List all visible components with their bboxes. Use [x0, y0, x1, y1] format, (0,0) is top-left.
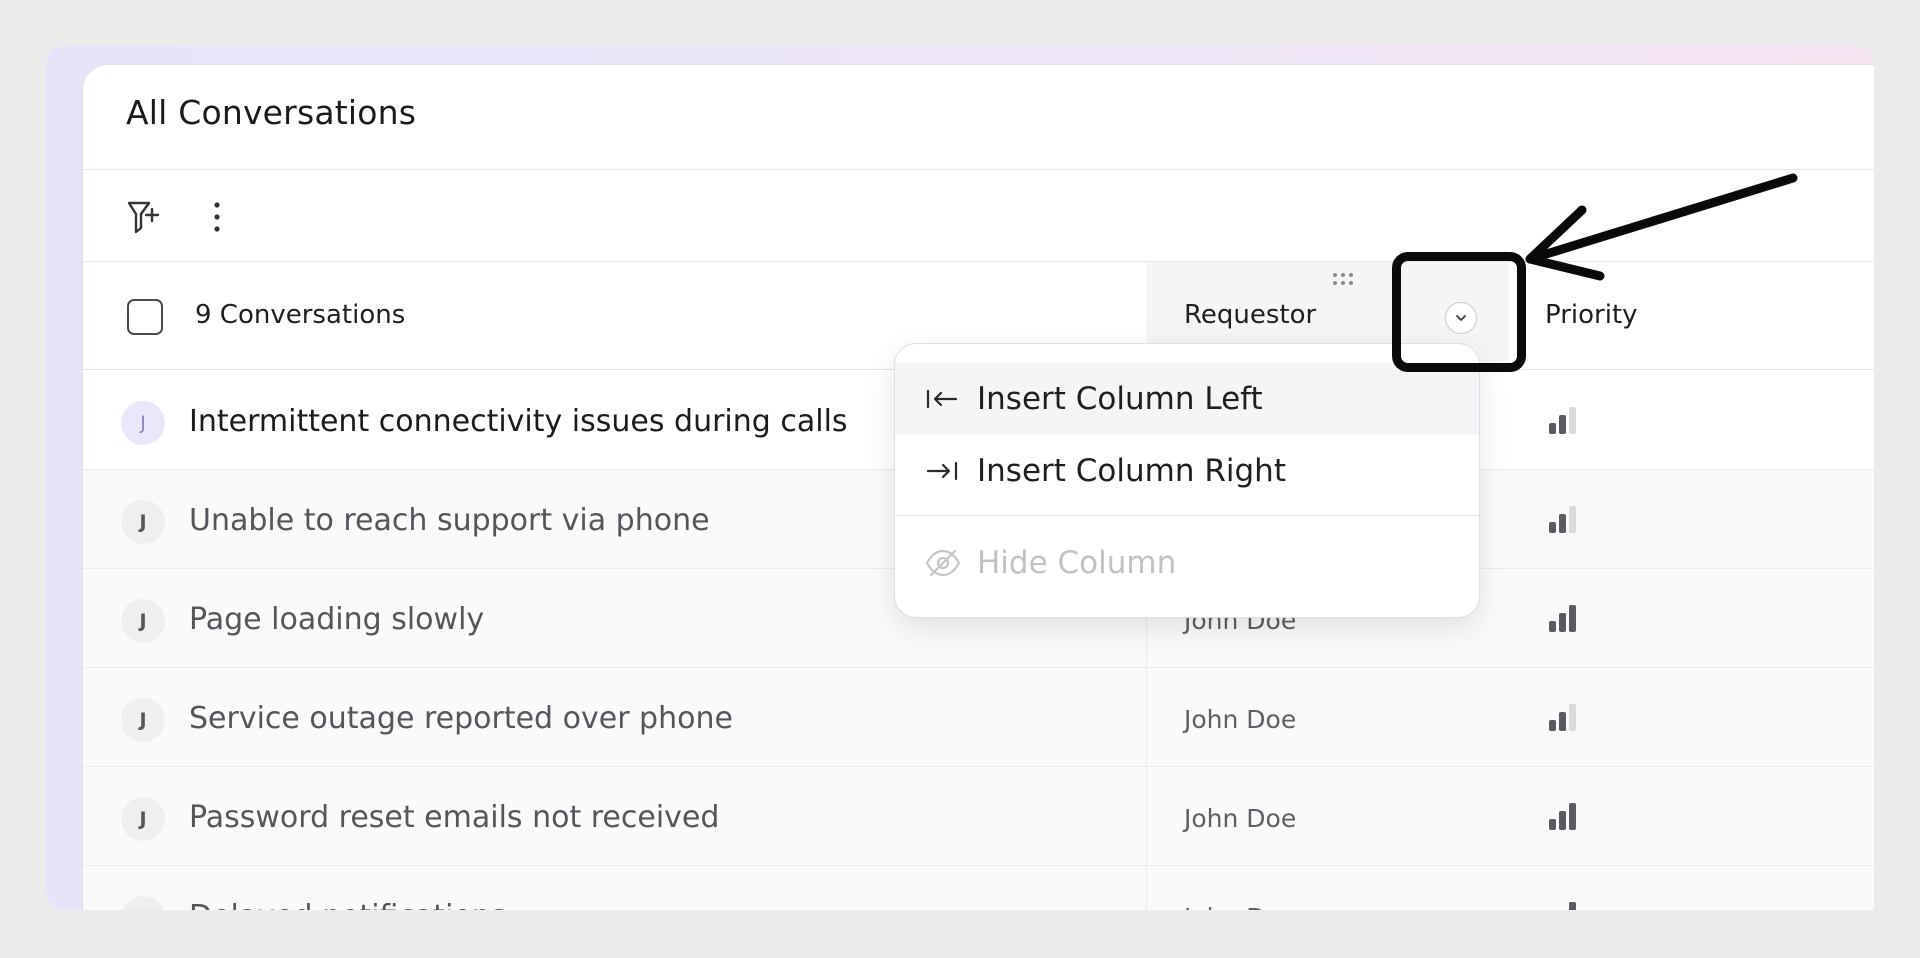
- column-header-requestor[interactable]: Requestor: [1184, 300, 1316, 330]
- priority-bars-icon: [1549, 802, 1576, 830]
- avatar: J: [121, 599, 165, 643]
- insert-column-right-item[interactable]: Insert Column Right: [895, 435, 1479, 507]
- insert-left-icon: [925, 387, 965, 411]
- priority-bars-icon: [1549, 406, 1576, 434]
- priority-bars-icon: [1549, 703, 1576, 731]
- insert-column-left-item[interactable]: Insert Column Left: [895, 363, 1479, 435]
- page-background: [0, 910, 1920, 958]
- menu-divider: [895, 515, 1479, 516]
- more-vertical-icon[interactable]: [205, 197, 229, 237]
- conversation-subject[interactable]: Service outage reported over phone: [189, 701, 733, 736]
- avatar: J: [121, 401, 165, 445]
- avatar: J: [121, 698, 165, 742]
- insert-right-icon: [925, 459, 965, 483]
- page-title: All Conversations: [126, 93, 417, 132]
- eye-off-icon: [925, 548, 965, 578]
- conversation-subject[interactable]: Unable to reach support via phone: [189, 503, 710, 538]
- avatar: J: [121, 500, 165, 544]
- avatar: J: [121, 797, 165, 841]
- menu-item-label: Insert Column Left: [977, 381, 1263, 417]
- column-options-menu: Insert Column Left Insert Column Right H…: [894, 343, 1480, 618]
- priority-bars-icon: [1549, 604, 1576, 632]
- requestor-name: John Doe: [1184, 705, 1297, 734]
- annotation-arrow-icon: [1525, 173, 1798, 281]
- requestor-name: John Doe: [1184, 804, 1297, 833]
- conversation-subject[interactable]: Password reset emails not received: [189, 800, 719, 835]
- table-row[interactable]: J Service outage reported over phone Joh…: [83, 668, 1911, 767]
- menu-item-label: Hide Column: [977, 545, 1177, 581]
- column-header-priority[interactable]: Priority: [1545, 300, 1638, 330]
- hide-column-item[interactable]: Hide Column: [895, 527, 1479, 599]
- table-row[interactable]: J Password reset emails not received Joh…: [83, 767, 1911, 866]
- priority-bars-icon: [1549, 505, 1576, 533]
- select-all-checkbox[interactable]: [127, 299, 163, 335]
- conversation-subject[interactable]: Intermittent connectivity issues during …: [189, 404, 848, 439]
- drag-handle-icon[interactable]: [1331, 271, 1355, 290]
- conversation-count: 9 Conversations: [195, 300, 406, 330]
- conversation-subject[interactable]: Page loading slowly: [189, 602, 484, 637]
- filter-add-icon[interactable]: [123, 195, 167, 239]
- page-background-right: [1874, 0, 1920, 958]
- menu-item-label: Insert Column Right: [977, 453, 1286, 489]
